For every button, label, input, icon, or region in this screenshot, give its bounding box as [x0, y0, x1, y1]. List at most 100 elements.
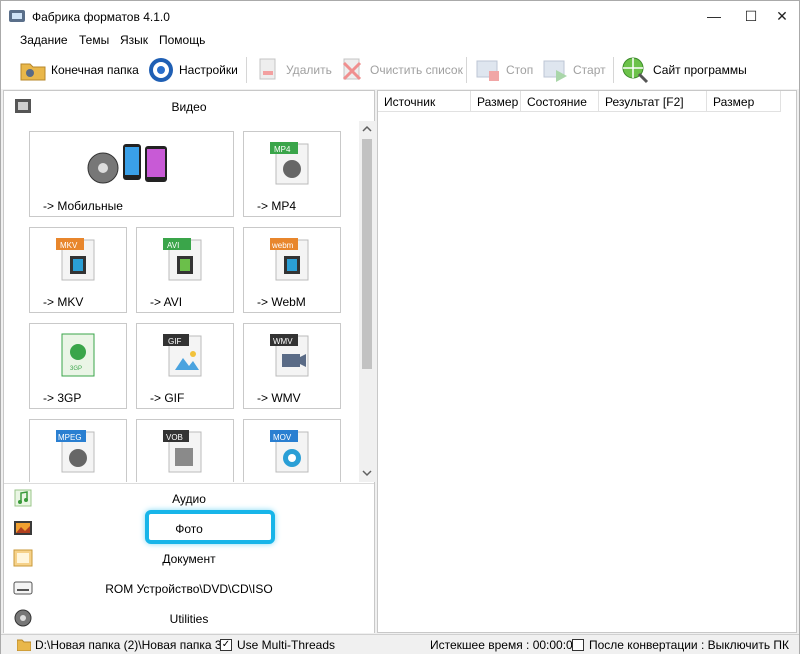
category-document[interactable]: Документ — [4, 543, 374, 573]
category-audio[interactable]: Аудио — [4, 483, 374, 513]
wmv-file-icon: WMV — [270, 334, 309, 377]
tile-gif[interactable]: GIF -> GIF — [136, 323, 234, 409]
tile-mobile[interactable]: -> Мобильные — [29, 131, 234, 217]
multithreads-label: Use Multi-Threads — [237, 638, 336, 652]
output-folder-button[interactable]: Конечная папка — [19, 55, 139, 85]
clear-list-label: Очистить список — [370, 63, 463, 77]
badge-text: AVI — [167, 241, 179, 250]
gif-file-icon: GIF — [163, 334, 202, 377]
start-button[interactable]: Старт — [541, 55, 606, 85]
avi-file-icon: AVI — [163, 238, 202, 281]
badge-text: GIF — [168, 337, 181, 346]
task-list[interactable]: Источник Размер Состояние Результат [F2]… — [377, 90, 797, 633]
globe-icon — [622, 57, 649, 84]
menu-help[interactable]: Помощь — [159, 33, 205, 47]
tile-wmv[interactable]: WMV -> WMV — [243, 323, 341, 409]
menu-themes[interactable]: Темы — [79, 33, 109, 47]
menu-language[interactable]: Язык — [120, 33, 148, 47]
status-bar: D:\Новая папка (2)\Новая папка 3 ✓ Use M… — [1, 634, 799, 654]
tile-label: -> Мобильные — [43, 199, 123, 213]
menu-bar: Задание Темы Язык Помощь — [1, 31, 799, 51]
tile-mkv[interactable]: MKV -> MKV — [29, 227, 127, 313]
tile-label: -> MP4 — [257, 199, 297, 213]
toolbar-separator — [613, 57, 614, 83]
app-window: Фабрика форматов 4.1.0 — ☐ ✕ Задание Тем… — [0, 0, 800, 654]
category-video-label: Видео — [171, 100, 207, 114]
column-header-result[interactable]: Результат [F2] — [599, 91, 707, 112]
category-audio-label: Аудио — [172, 492, 206, 506]
category-document-label: Документ — [162, 552, 216, 566]
tile-avi[interactable]: AVI -> AVI — [136, 227, 234, 313]
tile-3gp[interactable]: 3GP -> 3GP — [29, 323, 127, 409]
elapsed-time: Истекшее время : 00:00:00 — [430, 638, 580, 652]
format-tiles: -> Мобильные MP4 -> MP4 MKV -> MKV AVI -… — [4, 121, 358, 482]
start-icon — [543, 60, 567, 82]
clear-list-button[interactable]: Очистить список — [338, 55, 463, 85]
close-button[interactable]: ✕ — [765, 1, 799, 31]
3gp-file-icon: 3GP — [61, 333, 95, 377]
toolbar: Конечная папка Настройки Удалить Очистит… — [1, 51, 799, 89]
badge-text: VOB — [166, 433, 183, 442]
title-bar: Фабрика форматов 4.1.0 — ☐ ✕ — [1, 1, 799, 31]
column-header-output-size[interactable]: Размер — [707, 91, 781, 112]
tile-vob[interactable]: VOB — [136, 419, 234, 482]
category-panel: Видео -> Мобильные MP4 -> MP4 MKV -> MKV… — [3, 90, 375, 633]
tile-webm[interactable]: webm -> WebM — [243, 227, 341, 313]
column-header-source[interactable]: Источник — [378, 91, 471, 112]
menu-task[interactable]: Задание — [20, 33, 68, 47]
minimize-button[interactable]: — — [697, 1, 731, 31]
badge-text: webm — [271, 241, 294, 250]
mobile-devices-icon — [87, 144, 167, 184]
tiles-scrollbar[interactable] — [359, 121, 375, 482]
website-button[interactable]: Сайт программы — [621, 55, 747, 85]
badge-text: MP4 — [274, 145, 291, 154]
category-utilities[interactable]: Utilities — [4, 603, 374, 633]
category-rom-device[interactable]: ROM Устройство\DVD\CD\ISO — [4, 573, 374, 603]
category-photo[interactable]: Фото — [4, 513, 374, 543]
tile-label: -> WMV — [257, 391, 301, 405]
badge-text: MPEG — [58, 433, 82, 442]
tile-label: -> GIF — [150, 391, 185, 405]
stop-button[interactable]: Стоп — [474, 55, 533, 85]
maximize-button[interactable]: ☐ — [734, 1, 768, 31]
scroll-up-icon[interactable] — [362, 124, 372, 134]
tile-mp4[interactable]: MP4 -> MP4 — [243, 131, 341, 217]
stop-icon — [476, 60, 499, 81]
toolbar-separator — [466, 57, 467, 83]
vob-file-icon: VOB — [163, 430, 202, 473]
output-path[interactable]: D:\Новая папка (2)\Новая папка 3 — [35, 638, 222, 652]
after-conversion-label: После конвертации : Выключить ПК — [589, 638, 790, 652]
mpeg-file-icon: MPEG — [56, 430, 95, 473]
window-title: Фабрика форматов 4.1.0 — [32, 10, 170, 24]
delete-icon — [259, 58, 276, 80]
scroll-down-icon[interactable] — [362, 468, 372, 478]
badge-text: MKV — [60, 241, 78, 250]
start-label: Старт — [573, 63, 606, 77]
after-conversion-checkbox[interactable] — [572, 639, 584, 651]
category-video[interactable]: Видео — [4, 91, 374, 121]
column-header-size[interactable]: Размер — [471, 91, 521, 112]
folder-icon[interactable] — [17, 638, 31, 651]
scrollbar-thumb[interactable] — [362, 139, 372, 369]
tile-mov[interactable]: MOV — [243, 419, 341, 482]
folder-icon — [20, 63, 46, 81]
delete-button[interactable]: Удалить — [254, 55, 332, 85]
mp4-file-icon: MP4 — [270, 142, 309, 185]
category-utilities-label: Utilities — [169, 612, 209, 626]
tile-label: -> 3GP — [43, 391, 82, 405]
stop-label: Стоп — [506, 63, 534, 77]
clear-list-icon — [342, 58, 362, 81]
badge-text: WMV — [273, 337, 293, 346]
settings-label: Настройки — [179, 63, 238, 77]
tile-label: -> MKV — [43, 295, 84, 309]
tile-label: -> WebM — [257, 295, 306, 309]
toolbar-separator — [246, 57, 247, 83]
multithreads-checkbox[interactable]: ✓ — [220, 639, 232, 651]
column-header-status[interactable]: Состояние — [521, 91, 599, 112]
settings-icon — [149, 58, 173, 82]
output-folder-label: Конечная папка — [51, 63, 139, 77]
badge-text: MOV — [273, 433, 292, 442]
settings-button[interactable]: Настройки — [147, 55, 238, 85]
tile-mpeg[interactable]: MPEG — [29, 419, 127, 482]
delete-label: Удалить — [286, 63, 332, 77]
